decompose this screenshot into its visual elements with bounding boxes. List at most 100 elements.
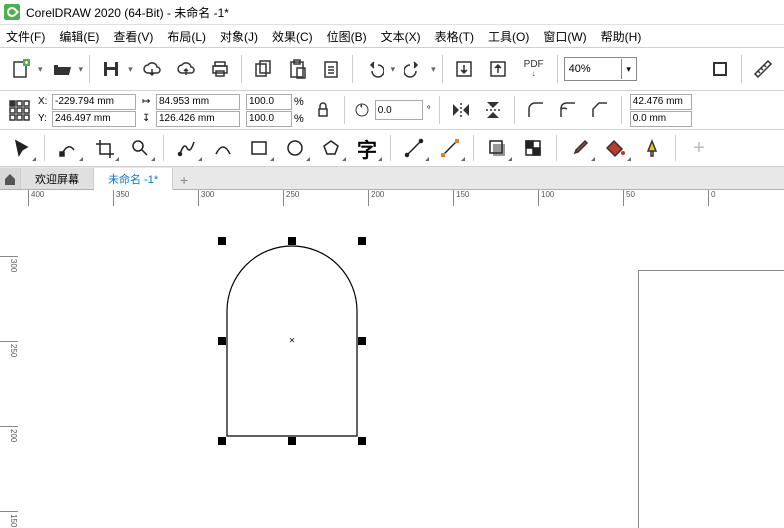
rectangle-tool[interactable] (242, 133, 276, 163)
outline-group (630, 94, 692, 127)
property-bar: X: Y: ↦ ↧ % % ° (0, 91, 784, 130)
ruler-tick: 100 (538, 190, 554, 206)
bezier-tool[interactable] (206, 133, 240, 163)
menu-effects[interactable]: 效果(C) (272, 28, 313, 45)
zoom-combo[interactable]: ▾ (564, 57, 637, 81)
freehand-tool[interactable] (170, 133, 204, 163)
y-label: Y: (38, 113, 52, 124)
menu-window[interactable]: 窗口(W) (543, 28, 586, 45)
object-origin-icon[interactable] (6, 97, 32, 123)
crop-tool[interactable] (87, 133, 121, 163)
copy-button[interactable] (248, 54, 278, 84)
save-button[interactable] (96, 54, 126, 84)
width-icon: ↦ (142, 96, 156, 107)
mirror-v-button[interactable] (480, 97, 506, 123)
menu-file[interactable]: 文件(F) (6, 28, 45, 45)
shape-tool[interactable] (51, 133, 85, 163)
selection-handle[interactable] (218, 437, 226, 445)
size-group: ↦ ↧ (142, 94, 240, 127)
add-tool[interactable]: + (682, 133, 716, 163)
y-input[interactable] (52, 111, 136, 127)
polygon-tool[interactable] (314, 133, 348, 163)
print-button[interactable] (205, 54, 235, 84)
selection-handle[interactable] (288, 237, 296, 245)
text-tool[interactable]: 字 (350, 133, 384, 163)
menu-layout[interactable]: 布局(L) (167, 28, 206, 45)
dropdown-icon[interactable]: ▾ (391, 64, 396, 75)
add-tab-button[interactable]: + (175, 171, 193, 189)
dropdown-icon[interactable]: ▾ (38, 64, 43, 75)
dimension-tool[interactable] (397, 133, 431, 163)
menu-bar[interactable]: 文件(F) 编辑(E) 查看(V) 布局(L) 对象(J) 效果(C) 位图(B… (0, 25, 784, 47)
selection-handle[interactable] (288, 437, 296, 445)
outline-offset-input[interactable] (630, 111, 692, 127)
height-icon: ↧ (142, 113, 156, 124)
eyedropper-tool[interactable] (563, 133, 597, 163)
menu-object[interactable]: 对象(J) (220, 28, 258, 45)
cloud-save-button[interactable] (171, 54, 201, 84)
open-button[interactable] (47, 54, 77, 84)
ellipse-tool[interactable] (278, 133, 312, 163)
fullscreen-button[interactable] (705, 54, 735, 84)
dropdown-icon[interactable]: ▾ (79, 64, 84, 75)
selection-handle[interactable] (218, 237, 226, 245)
rotation-input[interactable] (375, 100, 423, 120)
x-input[interactable] (52, 94, 136, 110)
canvas[interactable]: × (18, 206, 784, 528)
transparency-tool[interactable] (516, 133, 550, 163)
ruler-corner[interactable] (0, 190, 19, 207)
fill-tool[interactable] (599, 133, 633, 163)
rotate-icon (353, 101, 371, 119)
menu-view[interactable]: 查看(V) (113, 28, 153, 45)
cloud-open-button[interactable] (137, 54, 167, 84)
ruler-horizontal[interactable]: 400 350 300 250 200 150 100 50 0 (18, 190, 784, 207)
menu-table[interactable]: 表格(T) (435, 28, 474, 45)
scale-group: % % (246, 94, 304, 127)
lock-ratio-button[interactable] (310, 97, 336, 123)
pdf-button[interactable]: PDF↓ (517, 54, 551, 84)
dropdown-icon[interactable]: ▾ (621, 59, 636, 79)
corner-round-button[interactable] (523, 97, 549, 123)
pick-tool[interactable] (4, 133, 38, 163)
height-input[interactable] (156, 111, 240, 127)
redo-button[interactable] (399, 54, 429, 84)
zoom-input[interactable] (565, 59, 621, 79)
menu-tools[interactable]: 工具(O) (488, 28, 529, 45)
document-tab[interactable]: 未命名 -1* (94, 168, 173, 190)
corner-scallop-button[interactable] (555, 97, 581, 123)
outline-tool[interactable] (635, 133, 669, 163)
selected-shape[interactable]: × (222, 241, 362, 441)
ruler-tick: 150 (453, 190, 469, 206)
scale-x-input[interactable] (246, 94, 292, 110)
export-button[interactable] (483, 54, 513, 84)
outline-width-input[interactable] (630, 94, 692, 110)
dropdown-icon[interactable]: ▾ (128, 64, 133, 75)
menu-edit[interactable]: 编辑(E) (59, 28, 99, 45)
selection-handle[interactable] (218, 337, 226, 345)
selection-handle[interactable] (358, 237, 366, 245)
menu-bitmap[interactable]: 位图(B) (327, 28, 367, 45)
new-button[interactable] (6, 54, 36, 84)
dropdown-icon[interactable]: ▾ (431, 64, 436, 75)
width-input[interactable] (156, 94, 240, 110)
scale-y-input[interactable] (246, 111, 292, 127)
rotation-group: ° (353, 100, 431, 120)
connector-tool[interactable] (433, 133, 467, 163)
home-tab[interactable] (0, 168, 21, 189)
menu-text[interactable]: 文本(X) (381, 28, 421, 45)
corner-chamfer-button[interactable] (587, 97, 613, 123)
ruler-vertical[interactable]: 300 250 200 150 (0, 206, 19, 528)
menu-help[interactable]: 帮助(H) (601, 28, 642, 45)
undo-button[interactable] (359, 54, 389, 84)
selection-handle[interactable] (358, 437, 366, 445)
window-title: CorelDRAW 2020 (64-Bit) - 未命名 -1* (26, 4, 229, 21)
zoom-tool[interactable] (123, 133, 157, 163)
dropshadow-tool[interactable] (480, 133, 514, 163)
welcome-tab[interactable]: 欢迎屏幕 (21, 168, 94, 189)
import-button[interactable] (449, 54, 479, 84)
mirror-h-button[interactable] (448, 97, 474, 123)
ruler-button[interactable] (748, 54, 778, 84)
paste-button[interactable] (282, 54, 312, 84)
selection-handle[interactable] (358, 337, 366, 345)
clipboard-button[interactable] (316, 54, 346, 84)
